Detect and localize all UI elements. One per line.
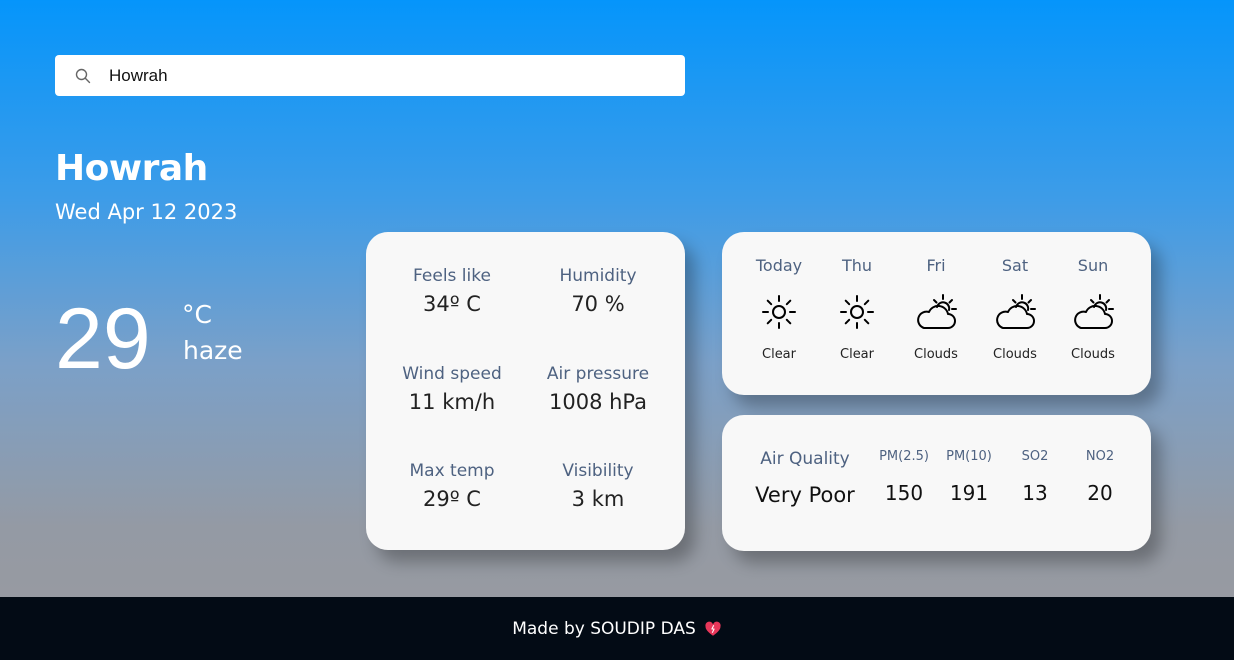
search-input[interactable] (109, 65, 685, 86)
forecast-day-name: Sat (1001, 256, 1029, 275)
forecast-condition: Clear (840, 347, 874, 362)
air-quality-summary: Air Quality Very Poor (744, 449, 866, 507)
current-date: Wed Apr 12 2023 (55, 200, 238, 224)
forecast-day-today: Today Clear (742, 256, 816, 362)
temperature-unit: °C (182, 300, 212, 329)
forecast-day-name: Fri (926, 256, 946, 275)
pollutant-label: NO2 (1085, 449, 1115, 464)
detail-label: Wind speed (402, 364, 502, 384)
detail-air-pressure: Air pressure 1008 hPa (523, 364, 673, 414)
detail-value: 11 km/h (408, 390, 496, 414)
weather-details-card: Feels like 34º C Humidity 70 % Wind spee… (366, 232, 685, 550)
cloud-sun-icon (996, 294, 1036, 329)
heart-icon (705, 621, 721, 636)
pollutant-no2: NO2 20 (1068, 449, 1132, 505)
footer-text: Made by SOUDIP DAS (512, 618, 696, 639)
forecast-condition: Clouds (993, 347, 1037, 362)
pollutant-pm10: PM(10) 191 (937, 449, 1001, 505)
city-name: Howrah (55, 148, 208, 189)
pollutant-value: 191 (949, 481, 989, 505)
detail-label: Humidity (559, 266, 637, 286)
air-quality-label: Air Quality (760, 449, 850, 469)
detail-value: 70 % (571, 292, 625, 316)
weather-condition: haze (183, 336, 243, 365)
forecast-condition: Clear (762, 347, 796, 362)
detail-value: 3 km (571, 487, 625, 511)
pollutant-value: 150 (884, 481, 924, 505)
forecast-day-name: Sun (1077, 256, 1109, 275)
cloud-sun-icon (917, 294, 957, 329)
air-quality-value: Very Poor (755, 483, 855, 507)
pollutant-so2: SO2 13 (1003, 449, 1067, 505)
forecast-day-name: Thu (841, 256, 873, 275)
detail-value: 34º C (423, 292, 481, 316)
search-icon (75, 68, 91, 83)
forecast-day-sun: Sun Clouds (1056, 256, 1130, 362)
pollutant-value: 13 (1022, 481, 1048, 505)
pollutant-value: 20 (1087, 481, 1113, 505)
cloud-sun-icon (1074, 294, 1114, 329)
sun-icon (840, 295, 874, 329)
detail-value: 29º C (423, 487, 481, 511)
pollutant-pm25: PM(2.5) 150 (872, 449, 936, 505)
footer: Made by SOUDIP DAS (0, 597, 1234, 660)
detail-label: Feels like (413, 266, 491, 286)
detail-visibility: Visibility 3 km (523, 461, 673, 511)
detail-max-temp: Max temp 29º C (377, 461, 527, 511)
detail-label: Air pressure (546, 364, 650, 384)
forecast-day-thu: Thu Clear (820, 256, 894, 362)
detail-wind-speed: Wind speed 11 km/h (377, 364, 527, 414)
search-bar[interactable] (55, 55, 685, 96)
air-quality-card: Air Quality Very Poor PM(2.5) 150 PM(10)… (722, 415, 1151, 551)
detail-humidity: Humidity 70 % (523, 266, 673, 316)
forecast-condition: Clouds (1071, 347, 1115, 362)
forecast-condition: Clouds (914, 347, 958, 362)
pollutant-label: PM(10) (946, 449, 992, 464)
pollutant-label: SO2 (1021, 449, 1049, 464)
current-temperature: 29 (55, 291, 151, 387)
detail-label: Visibility (562, 461, 634, 481)
forecast-card: Today Clear Thu Clear Fri Clouds Sat Clo… (722, 232, 1151, 395)
sun-icon (762, 295, 796, 329)
forecast-day-name: Today (755, 256, 803, 275)
detail-value: 1008 hPa (548, 390, 648, 414)
pollutant-label: PM(2.5) (879, 449, 929, 464)
forecast-day-fri: Fri Clouds (899, 256, 973, 362)
forecast-day-sat: Sat Clouds (978, 256, 1052, 362)
detail-label: Max temp (409, 461, 495, 481)
detail-feels-like: Feels like 34º C (377, 266, 527, 316)
